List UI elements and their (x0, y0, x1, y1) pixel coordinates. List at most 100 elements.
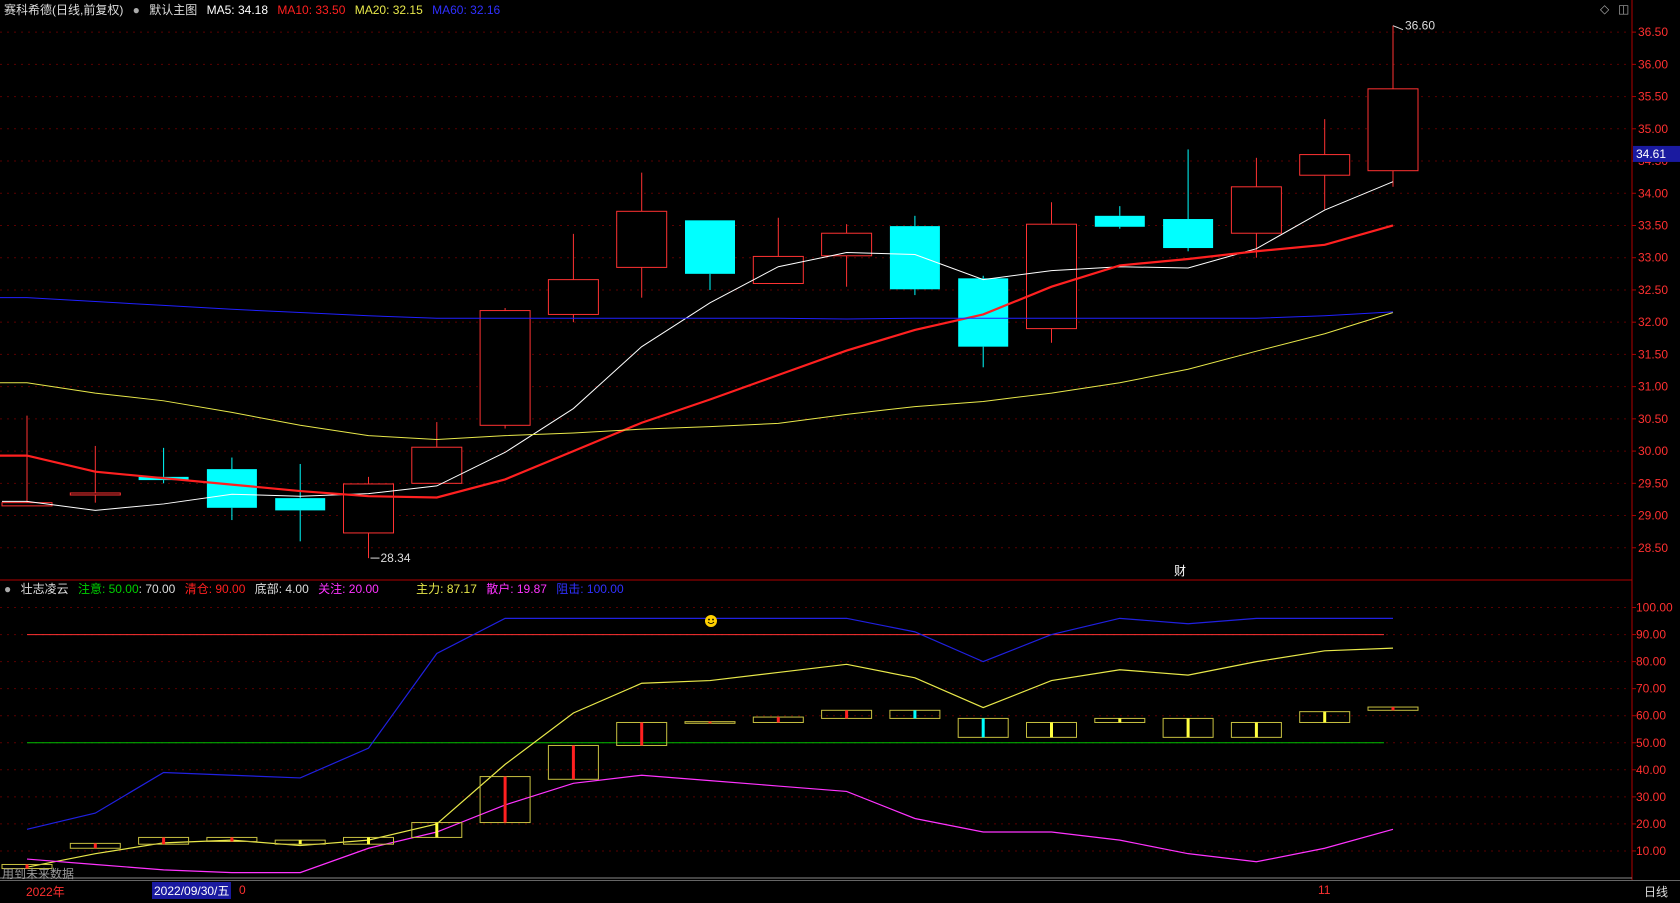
candle (547, 233, 599, 323)
candle (479, 307, 531, 429)
candle-body (685, 220, 735, 274)
low-label: 28.34 (381, 551, 411, 565)
candle (685, 220, 735, 290)
candle (752, 217, 804, 284)
indicator-header: ● 壮志凌云 注意: 50.00: 70.00 清仓: 90.00 底部: 4.… (4, 580, 630, 597)
y-tick-label: 50.00 (1636, 736, 1666, 750)
y-tick-label: 40.00 (1636, 763, 1666, 777)
main-header: 赛科希德(日线,前复权) ● 默认主图 MA5: 34.18 MA10: 33.… (4, 1, 506, 18)
y-tick-label: 36.00 (1638, 57, 1668, 71)
y-tick-label: 29.50 (1638, 476, 1668, 490)
cai-label: 财 (1174, 564, 1186, 578)
zero-label: 0 (239, 883, 246, 897)
main-chart-label[interactable]: 默认主图 (149, 3, 197, 17)
y-tick-label: 60.00 (1636, 709, 1666, 723)
candle (1163, 149, 1214, 252)
candle (1367, 25, 1419, 187)
indicator-box (1162, 717, 1214, 738)
candle-body (547, 279, 599, 315)
bottom-label: 底部: 4.00 (254, 582, 309, 596)
indicator-box (684, 721, 736, 724)
y-tick-label: 33.00 (1638, 251, 1668, 265)
ma20-label: MA20: 32.15 (354, 3, 423, 17)
smiley-icon (705, 615, 717, 628)
year-label: 2022年 (26, 885, 65, 899)
y-tick-label: 36.50 (1638, 25, 1668, 39)
attention-label: 注意: 50.00 (77, 582, 139, 596)
dropdown-icon[interactable]: ● (133, 3, 140, 17)
candle-body (275, 498, 326, 511)
y-tick-label: 30.00 (1638, 444, 1668, 458)
leader-label: 阻击: 100.00 (556, 582, 624, 596)
candle-body (1367, 88, 1419, 172)
date-label: 2022/09/30/五 (152, 882, 232, 899)
ma60-label: MA60: 32.16 (432, 3, 501, 17)
candle-body (752, 255, 804, 284)
candle-body (69, 492, 121, 496)
y-tick-label: 100.00 (1636, 601, 1673, 615)
y-tick-label: 31.00 (1638, 380, 1668, 394)
candle (275, 463, 326, 542)
candle (1230, 157, 1282, 258)
attention2-label: : 70.00 (138, 582, 176, 596)
panel-toggle-icon[interactable]: ◫ (1618, 2, 1629, 16)
candle-body (616, 210, 668, 268)
indicator-box (1367, 706, 1419, 711)
indicator-box (547, 744, 599, 780)
month-label: 11 (1318, 883, 1331, 897)
smiley-eye (712, 618, 714, 621)
ma-line-ma60 (0, 297, 1394, 320)
y-tick-label: 31.50 (1638, 347, 1668, 361)
candle-body (411, 446, 463, 484)
chart-stage[interactable]: 28.50 29.00 29.50 30.00 30.50 31.00 31.50 32.00… (0, 0, 1680, 898)
candle-body (1230, 186, 1282, 234)
focus-label: 关注: 20.00 (318, 582, 379, 596)
candle-body (206, 469, 257, 508)
retail-label: 散户: 19.87 (486, 582, 547, 596)
y-tick-label: 70.00 (1636, 682, 1666, 696)
clear-label: 清仓: 90.00 (184, 582, 246, 596)
y-tick-label: 80.00 (1636, 655, 1666, 669)
indicator-line (26, 647, 1394, 868)
ma10-label: MA10: 33.50 (277, 3, 346, 17)
high-pointer (1392, 25, 1404, 31)
stock-title[interactable]: 赛科希德(日线,前复权) (4, 3, 123, 17)
candle (343, 476, 394, 559)
indicator-box (616, 721, 668, 746)
date-axis-bar: 2022年 2022/09/30/五 0 11 日线 (0, 880, 1680, 899)
y-tick-label: 30.00 (1636, 790, 1666, 804)
candle-body (1094, 215, 1145, 227)
candle-body (479, 310, 531, 426)
indicator-name[interactable]: 壮志凌云 (21, 582, 69, 596)
y-tick-label: 35.00 (1638, 122, 1668, 136)
indicator-box (957, 717, 1009, 738)
candle (206, 457, 257, 521)
y-tick-label: 29.00 (1638, 509, 1668, 523)
candle-body (1026, 223, 1077, 330)
candle (1299, 119, 1351, 210)
y-tick-label: 90.00 (1636, 628, 1666, 642)
y-tick-label: 30.50 (1638, 412, 1668, 426)
y-tick-label: 28.50 (1638, 541, 1668, 555)
dropdown-icon[interactable]: ● (4, 582, 11, 596)
indicator-box (138, 836, 190, 845)
candle-body (958, 278, 1009, 347)
ma5-label: MA5: 34.18 (206, 3, 268, 17)
y-tick-label: 34.00 (1638, 186, 1668, 200)
y-tick-label: 32.00 (1638, 315, 1668, 329)
indicator-box (1094, 717, 1146, 723)
candle (411, 422, 463, 484)
indicator-box (1230, 721, 1282, 738)
candle-body (1163, 219, 1214, 249)
y-tick-label: 33.50 (1638, 218, 1668, 232)
y-tick-label: 35.50 (1638, 90, 1668, 104)
y-tick-label: 32.50 (1638, 283, 1668, 297)
high-label: 36.60 (1405, 19, 1435, 33)
kline-svg[interactable]: 28.50 29.00 29.50 30.00 30.50 31.00 31.50 32.00… (0, 0, 1680, 898)
diamond-icon[interactable]: ◇ (1600, 2, 1609, 16)
period-label[interactable]: 日线 (1644, 883, 1668, 900)
ma-line-ma20 (0, 312, 1394, 440)
indicator-box (1026, 721, 1077, 738)
candle (889, 215, 940, 296)
indicator-box (821, 709, 873, 719)
